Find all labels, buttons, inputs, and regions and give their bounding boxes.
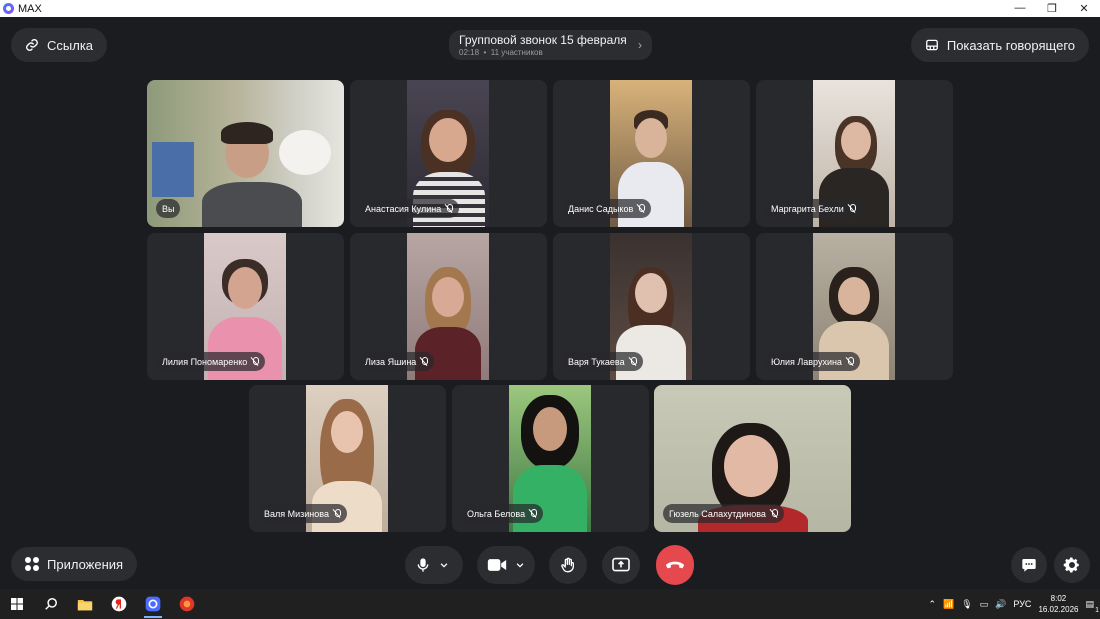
link-icon — [26, 39, 38, 51]
copy-link-label: Ссылка — [47, 37, 94, 53]
participant-name-tag: Лилия Пономаренко — [156, 352, 266, 371]
participant-tile[interactable]: Юлия Лаврухина — [756, 233, 953, 380]
window-image — [152, 142, 194, 197]
participant-name-tag: Вы — [156, 199, 181, 218]
mic-off-icon — [770, 509, 778, 518]
participant-tile[interactable]: Валя Мизинова — [249, 385, 446, 532]
camera-toggle[interactable] — [477, 546, 535, 584]
windows-logo-icon — [11, 598, 23, 610]
mic-off-icon — [445, 204, 454, 213]
language-indicator[interactable]: РУС — [1013, 599, 1031, 609]
system-tray: ⌃ 📶 🎙 ▭ 🔊 РУС 8:02 16.02.2026 ▤ 1 — [928, 593, 1100, 615]
mic-off-icon — [846, 357, 854, 366]
microphone-toggle[interactable] — [405, 546, 463, 584]
participant-name-tag: Маргарита Бехли — [765, 199, 862, 218]
settings-button[interactable] — [1054, 547, 1090, 583]
mic-off-icon — [420, 357, 429, 366]
taskbar-yandex-browser[interactable] — [102, 589, 136, 619]
show-speaker-button[interactable]: Показать говорящего — [910, 28, 1089, 62]
participant-tile[interactable]: Лиза Яшина — [350, 233, 547, 380]
mic-off-icon — [637, 204, 646, 213]
copy-link-button[interactable]: Ссылка — [11, 28, 108, 62]
notification-count-badge: 1 — [1095, 606, 1099, 614]
mic-off-icon — [848, 204, 856, 213]
taskbar-red-app[interactable] — [170, 589, 204, 619]
participant-tile[interactable]: Варя Тукаева — [553, 233, 750, 380]
apps-button[interactable]: Приложения — [11, 547, 138, 581]
mic-off-icon — [251, 357, 260, 366]
yandex-browser-icon — [111, 596, 127, 612]
clock-date: 16.02.2026 — [1038, 605, 1079, 614]
share-screen-button[interactable] — [602, 546, 640, 584]
mic-off-icon — [333, 509, 341, 518]
camera-icon — [487, 559, 507, 571]
end-call-button[interactable] — [656, 545, 694, 585]
chevron-up-icon[interactable]: ⌃ — [928, 599, 936, 610]
call-title: Групповой звонок 15 февраля — [459, 33, 627, 47]
notifications-icon[interactable]: ▤ 1 — [1085, 599, 1099, 614]
network-icon[interactable]: 📶 — [943, 599, 954, 610]
participant-name-tag: Анастасия Кулина — [359, 199, 460, 218]
call-meta: 02:18 • 11 участников — [459, 48, 543, 57]
taskbar-file-explorer[interactable] — [68, 589, 102, 619]
participant-name-tag: Варя Тукаева — [562, 352, 643, 371]
participant-tile[interactable]: Вы — [147, 80, 344, 227]
apps-label: Приложения — [47, 556, 124, 572]
clock[interactable]: 8:02 16.02.2026 — [1038, 593, 1078, 615]
participant-tile[interactable]: Ольга Белова — [452, 385, 649, 532]
microphone-tray-icon[interactable]: 🎙 — [961, 599, 972, 610]
app-logo-icon — [3, 3, 14, 14]
participant-name-tag: Юлия Лаврухина — [765, 352, 860, 371]
os-taskbar: ⌃ 📶 🎙 ▭ 🔊 РУС 8:02 16.02.2026 ▤ 1 — [0, 589, 1100, 619]
screen-share-icon — [612, 557, 630, 572]
close-button[interactable]: ✕ — [1068, 2, 1100, 15]
microphone-icon — [417, 558, 429, 572]
gear-icon — [1063, 557, 1079, 573]
participant-name-tag: Гюзель Салахутдинова — [663, 504, 784, 523]
search-button[interactable] — [34, 589, 68, 619]
folder-icon — [77, 599, 93, 610]
participants-count: 11 участников — [490, 48, 543, 57]
hang-up-icon — [665, 561, 685, 569]
participant-name-tag: Ольга Белова — [461, 504, 544, 523]
call-meta-separator: • — [483, 48, 487, 57]
taskbar-max-app[interactable] — [136, 589, 170, 619]
apps-grid-icon — [25, 557, 39, 571]
flower-image — [279, 130, 331, 175]
maximize-button[interactable]: ❐ — [1036, 2, 1068, 15]
start-button[interactable] — [0, 589, 34, 619]
hand-icon — [561, 557, 574, 573]
search-icon — [45, 598, 57, 610]
app-icon — [179, 596, 195, 612]
call-controls: Приложения — [0, 544, 1100, 586]
participant-tile[interactable]: Гюзель Салахутдинова — [654, 385, 851, 532]
chevron-down-icon[interactable] — [515, 560, 525, 570]
mic-off-icon — [529, 509, 538, 518]
call-info-button[interactable]: Групповой звонок 15 февраля 02:18 • 11 у… — [449, 30, 652, 60]
max-app-icon — [145, 596, 161, 612]
participant-tile[interactable]: Маргарита Бехли — [756, 80, 953, 227]
participant-name-tag: Лиза Яшина — [359, 352, 435, 371]
call-window: Ссылка Групповой звонок 15 февраля 02:18… — [0, 17, 1100, 589]
participant-tile[interactable]: Лилия Пономаренко — [147, 233, 344, 380]
window-title: MAX — [18, 2, 42, 15]
minimize-button[interactable]: — — [1004, 2, 1036, 15]
window-titlebar: MAX — ❐ ✕ — [0, 0, 1100, 17]
show-speaker-label: Показать говорящего — [946, 37, 1075, 53]
participant-tile[interactable]: Анастасия Кулина — [350, 80, 547, 227]
speaker-view-icon — [925, 39, 938, 51]
volume-icon[interactable]: 🔊 — [995, 599, 1006, 610]
participant-tile[interactable]: Данис Садыков — [553, 80, 750, 227]
participant-name-tag: Данис Садыков — [562, 199, 652, 218]
clock-time: 8:02 — [1050, 594, 1067, 603]
mic-off-icon — [629, 357, 637, 366]
call-duration: 02:18 — [459, 48, 480, 57]
chevron-down-icon[interactable] — [439, 560, 449, 570]
chat-button[interactable] — [1011, 547, 1047, 583]
raise-hand-button[interactable] — [549, 546, 587, 584]
chevron-right-icon: › — [638, 38, 642, 52]
battery-icon[interactable]: ▭ — [980, 599, 989, 610]
participant-name-tag: Валя Мизинова — [258, 504, 347, 523]
chat-icon — [1022, 559, 1036, 572]
